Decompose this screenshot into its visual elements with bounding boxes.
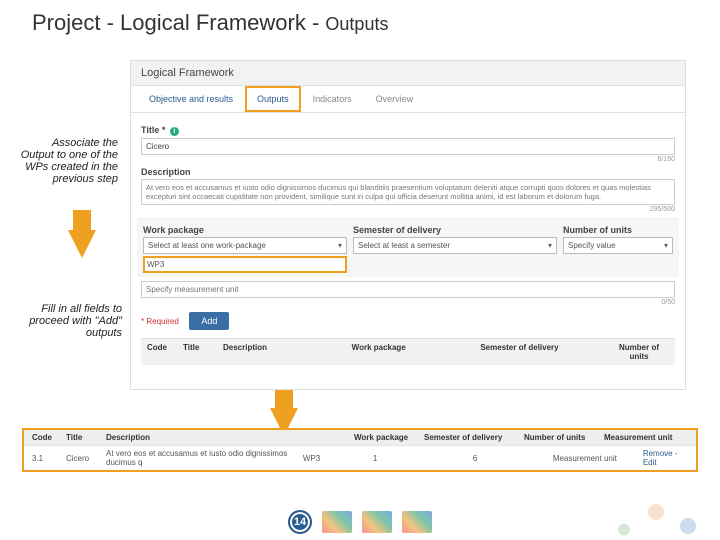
arrow-down-icon <box>68 230 96 258</box>
cell-code: 3.1 <box>29 454 63 463</box>
tab-outputs[interactable]: Outputs <box>245 86 301 112</box>
title-counter: 6/150 <box>141 156 675 163</box>
result-table-header: Code Title Description Work package Seme… <box>24 430 696 445</box>
title-label: Title * i <box>141 125 675 136</box>
cell-description: At vero eos et accusamus et iusto odio d… <box>103 449 300 467</box>
required-note: * Required <box>141 317 179 326</box>
outputs-table-header: Code Title Description Work package Seme… <box>141 338 675 365</box>
annotation-fill-fields: Fill in all fields to proceed with "Add"… <box>14 303 122 339</box>
description-input[interactable]: At vero eos et accusamus et iusto odio d… <box>141 179 675 205</box>
arrow-icon <box>275 388 293 410</box>
tab-indicators[interactable]: Indicators <box>301 86 364 112</box>
tab-overview[interactable]: Overview <box>364 86 426 112</box>
add-button[interactable]: Add <box>189 312 229 330</box>
arrow-icon <box>73 210 91 232</box>
result-table: Code Title Description Work package Seme… <box>22 428 698 472</box>
panel-header: Logical Framework <box>131 61 685 86</box>
annotation-associate-wp: Associate the Output to one of the WPs c… <box>18 137 118 185</box>
semester-select[interactable]: Select at least a semester <box>353 237 557 254</box>
tab-objective-results[interactable]: Objective and results <box>137 86 245 112</box>
wp-label: Work package <box>143 225 347 235</box>
wp-selected-value[interactable]: WP3 <box>143 256 347 273</box>
page-number-badge: 14 <box>288 510 312 534</box>
measure-counter: 0/50 <box>141 299 675 306</box>
cell-wp: WP3 <box>300 454 370 463</box>
units-select[interactable]: Specify value <box>563 237 673 254</box>
cell-measure: Measurement unit <box>550 454 640 463</box>
logo-icon <box>322 511 352 533</box>
app-panel: Logical Framework Objective and results … <box>130 60 686 390</box>
table-row: 3.1 Cicero At vero eos et accusamus et i… <box>24 445 696 470</box>
row-actions[interactable]: Remove - Edit <box>640 449 691 467</box>
units-label: Number of units <box>563 225 673 235</box>
info-icon[interactable]: i <box>170 127 179 136</box>
slide-title: Project - Logical Framework - Outputs <box>32 10 388 36</box>
measurement-unit-input[interactable] <box>141 281 675 298</box>
tabs: Objective and results Outputs Indicators… <box>131 86 685 113</box>
title-input[interactable] <box>141 138 675 155</box>
cell-units: 6 <box>470 454 550 463</box>
logo-icon <box>402 511 432 533</box>
description-label: Description <box>141 167 675 177</box>
wp-select[interactable]: Select at least one work-package <box>143 237 347 254</box>
semester-label: Semester of delivery <box>353 225 557 235</box>
cell-semester: 1 <box>370 454 470 463</box>
logo-icon <box>362 511 392 533</box>
decorative-graphic <box>560 470 720 540</box>
description-counter: 295/500 <box>141 206 675 213</box>
cell-title: Cicero <box>63 454 103 463</box>
